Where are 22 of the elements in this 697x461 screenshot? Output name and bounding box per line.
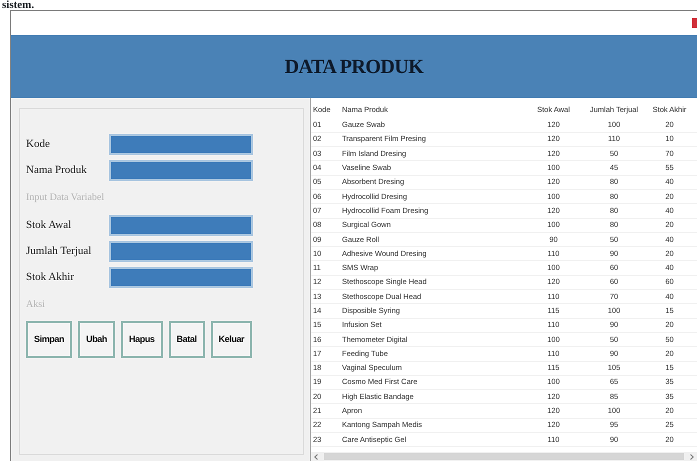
input-field[interactable] [109, 240, 253, 262]
field-label: Stok Awal [26, 218, 72, 233]
field-label: Jumlah Terjual [26, 244, 92, 259]
caption-text: sistem. [1, 0, 36, 10]
scroll-left-icon[interactable] [314, 454, 318, 460]
input-field[interactable] [109, 134, 253, 154]
input-field[interactable] [109, 266, 253, 288]
scroll-right-icon[interactable] [690, 454, 694, 460]
action-button[interactable]: Hapus [121, 321, 163, 358]
input-field[interactable] [109, 160, 253, 180]
action-button[interactable]: Simpan [26, 321, 72, 358]
action-button[interactable]: Batal [168, 321, 205, 358]
window-title: DATA PRODUK [284, 54, 424, 78]
field-label: Nama Produk [26, 162, 88, 178]
input-field[interactable] [109, 214, 253, 236]
field-label: Kode [26, 136, 51, 152]
section-label: Aksi [26, 298, 46, 312]
section-label: Input Data Variabel [26, 191, 106, 205]
action-button[interactable]: Ubah [78, 321, 116, 358]
field-label: Stok Akhir [26, 270, 75, 285]
action-button[interactable]: Keluar [210, 321, 252, 358]
horizontal-scrollbar[interactable] [311, 452, 697, 461]
